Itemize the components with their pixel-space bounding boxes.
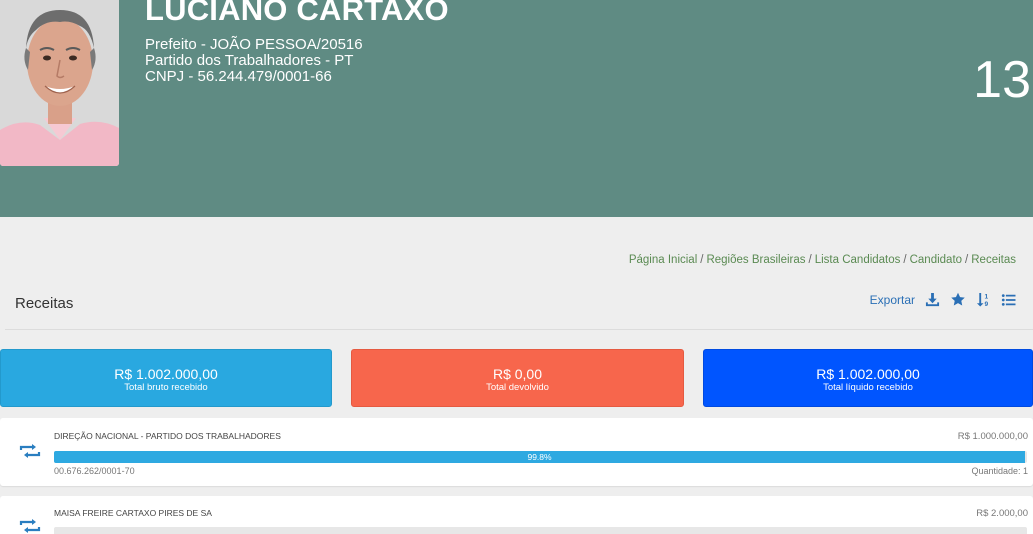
svg-text:9: 9 (984, 301, 988, 307)
total-devolvido-caption: Total devolvido (486, 382, 549, 393)
breadcrumb: Página Inicial / Regiões Brasileiras / Lista… (629, 254, 1016, 266)
donor-name: DIREÇÃO NACIONAL - PARTIDO DOS TRABALHAD… (54, 431, 281, 441)
breadcrumb-separator: / (808, 254, 812, 266)
repeat-icon (19, 518, 41, 534)
breadcrumb-home[interactable]: Página Inicial (629, 254, 697, 266)
candidate-photo (0, 0, 119, 166)
total-liquido-caption: Total líquido recebido (823, 382, 913, 393)
sort-icon[interactable]: 19 (976, 292, 991, 307)
candidate-photo-image (0, 0, 119, 166)
breadcrumb-separator: / (903, 254, 907, 266)
breadcrumb-candidate[interactable]: Candidato (910, 254, 962, 266)
candidate-party: Partido dos Trabalhadores - PT (145, 52, 354, 69)
donor-amount: R$ 1.000.000,00 (957, 431, 1028, 442)
candidate-header: LUCIANO CARTAXO Prefeito - JOÃO PESSOA/2… (0, 0, 1033, 217)
section-divider (5, 329, 1033, 330)
candidate-cnpj: CNPJ - 56.244.479/0001-66 (145, 68, 332, 85)
export-button[interactable]: Exportar (870, 293, 915, 307)
donor-quantity: Quantidade: 1 (971, 466, 1028, 476)
breadcrumb-candidates-list[interactable]: Lista Candidatos (815, 254, 901, 266)
download-icon[interactable] (925, 292, 940, 307)
donor-progress-bar (54, 527, 1027, 534)
total-bruto-amount: R$ 1.002.000,00 (114, 366, 218, 382)
section-title: Receitas (15, 295, 74, 312)
total-devolvido-card: R$ 0,00 Total devolvido (351, 349, 684, 407)
breadcrumb-separator: / (700, 254, 704, 266)
total-devolvido-amount: R$ 0,00 (492, 366, 543, 382)
breadcrumb-separator: / (965, 254, 969, 266)
breadcrumb-receitas[interactable]: Receitas (971, 254, 1016, 266)
donor-cnpj: 00.676.262/0001-70 (54, 466, 135, 476)
donor-progress-bar: 99.8% (54, 451, 1027, 463)
total-liquido-amount: R$ 1.002.000,00 (816, 366, 920, 382)
total-bruto-card: R$ 1.002.000,00 Total bruto recebido (0, 349, 332, 407)
total-liquido-card: R$ 1.002.000,00 Total líquido recebido (703, 349, 1033, 407)
section-toolbar: Exportar 19 (870, 292, 1016, 307)
donor-list-item[interactable]: MAISA FREIRE CARTAXO PIRES DE SA R$ 2.00… (0, 496, 1033, 534)
breadcrumb-regions[interactable]: Regiões Brasileiras (706, 254, 805, 266)
total-bruto-caption: Total bruto recebido (124, 382, 208, 393)
donor-name: MAISA FREIRE CARTAXO PIRES DE SA (54, 508, 212, 518)
candidate-info: Prefeito - JOÃO PESSOA/20516 Partido dos… (145, 37, 363, 85)
donor-progress-fill: 99.8% (54, 451, 1026, 463)
svg-text:1: 1 (984, 294, 988, 301)
candidate-office: Prefeito - JOÃO PESSOA/20516 (145, 36, 363, 53)
candidate-name: LUCIANO CARTAXO (145, 0, 449, 27)
list-icon[interactable] (1001, 293, 1016, 307)
donor-amount: R$ 2.000,00 (976, 508, 1028, 519)
candidate-number: 13 (973, 51, 1031, 109)
repeat-icon (19, 443, 41, 464)
star-icon[interactable] (950, 292, 966, 307)
donor-list-item[interactable]: DIREÇÃO NACIONAL - PARTIDO DOS TRABALHAD… (0, 418, 1033, 486)
